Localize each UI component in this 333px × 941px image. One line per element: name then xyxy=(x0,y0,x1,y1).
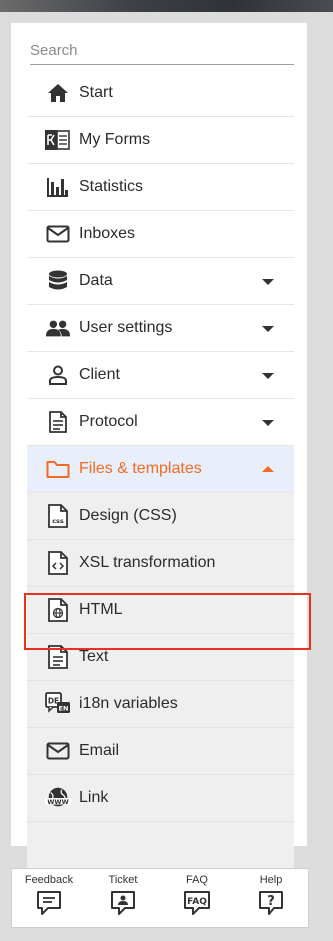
home-icon xyxy=(45,80,71,106)
sidebar-item-data[interactable]: Data xyxy=(27,258,294,305)
sidebar-item-label: Protocol xyxy=(79,413,138,430)
sidebar-subitem-i18n-variables[interactable]: DE EN i18n variables xyxy=(27,681,294,728)
globe-file-icon xyxy=(45,597,71,623)
envelope-icon xyxy=(45,221,71,247)
sidebar-item-files-templates[interactable]: Files & templates xyxy=(27,446,294,493)
sidebar-subitem-xsl-transformation[interactable]: XSL transformation xyxy=(27,540,294,587)
sidebar-item-my-forms[interactable]: My Forms xyxy=(27,117,294,164)
sidebar-item-label: Email xyxy=(79,742,120,759)
svg-text:WWW: WWW xyxy=(47,798,69,806)
search-box xyxy=(30,39,294,65)
help-icon: ? xyxy=(258,887,284,921)
sidebar-item-label: Link xyxy=(79,789,109,806)
sidebar-panel: Start My Forms xyxy=(11,23,307,869)
chevron-down-icon xyxy=(262,420,274,426)
chevron-down-icon xyxy=(262,279,274,285)
sidebar-item-label: Client xyxy=(79,366,120,383)
bar-chart-icon xyxy=(45,174,71,200)
document-icon xyxy=(45,409,71,435)
sidebar-item-label: Data xyxy=(79,272,113,289)
faq-button[interactable]: FAQ FAQ xyxy=(160,869,234,927)
translate-icon: DE EN xyxy=(45,691,71,717)
ticket-label: Ticket xyxy=(108,874,138,886)
person-icon xyxy=(45,362,71,388)
top-bar xyxy=(0,0,333,12)
sidebar-item-label: Files & templates xyxy=(79,460,202,477)
sidebar-subitem-blank xyxy=(27,822,294,869)
sidebar-item-label: i18n variables xyxy=(79,695,178,712)
search-input[interactable] xyxy=(30,39,294,61)
folder-icon xyxy=(45,456,71,482)
sidebar-item-label: HTML xyxy=(79,601,123,618)
svg-text:FAQ: FAQ xyxy=(187,897,207,907)
sidebar-subitem-link[interactable]: WWW Link xyxy=(27,775,294,822)
sidebar-subitem-email[interactable]: Email xyxy=(27,728,294,775)
feedback-icon xyxy=(36,887,62,921)
chevron-down-icon xyxy=(262,326,274,332)
svg-text:?: ? xyxy=(267,894,275,909)
sidebar-item-protocol[interactable]: Protocol xyxy=(27,399,294,446)
code-file-icon xyxy=(45,550,71,576)
sidebar-item-start[interactable]: Start xyxy=(27,70,294,117)
www-globe-icon: WWW xyxy=(45,785,71,811)
sidebar-item-label: Statistics xyxy=(79,178,144,195)
sidebar-item-statistics[interactable]: Statistics xyxy=(27,164,294,211)
sidebar-item-label: XSL transformation xyxy=(79,554,216,571)
forms-icon xyxy=(45,127,71,153)
text-file-icon xyxy=(45,644,71,670)
sidebar-item-label: Inboxes xyxy=(79,225,136,242)
sidebar-subitem-design-css[interactable]: css Design (CSS) xyxy=(27,493,294,540)
faq-icon: FAQ xyxy=(183,887,211,921)
ticket-icon xyxy=(110,887,136,921)
sidebar-item-user-settings[interactable]: User settings xyxy=(27,305,294,352)
sidebar-item-client[interactable]: Client xyxy=(27,352,294,399)
sidebar-item-label: User settings xyxy=(79,319,173,336)
chevron-up-icon xyxy=(262,466,274,472)
sidebar-item-label: Design (CSS) xyxy=(79,507,177,524)
sidebar-subitem-html[interactable]: HTML xyxy=(27,587,294,634)
footer-toolbar: Feedback Ticket FAQ FAQ Help ? xyxy=(11,868,309,928)
feedback-button[interactable]: Feedback xyxy=(12,869,86,927)
faq-label: FAQ xyxy=(185,874,208,886)
help-button[interactable]: Help ? xyxy=(234,869,308,927)
chevron-down-icon xyxy=(262,373,274,379)
sidebar-subitem-text[interactable]: Text xyxy=(27,634,294,681)
feedback-label: Feedback xyxy=(24,874,74,886)
sidebar-item-inboxes[interactable]: Inboxes xyxy=(27,211,294,258)
sidebar-item-label: My Forms xyxy=(79,131,151,148)
sidebar-item-label: Start xyxy=(79,84,113,101)
help-label: Help xyxy=(259,874,283,886)
database-icon xyxy=(45,268,71,294)
sidebar-item-label: Text xyxy=(79,648,109,665)
svg-text:css: css xyxy=(52,517,64,525)
css-file-icon: css xyxy=(45,503,71,529)
users-icon xyxy=(45,315,71,341)
ticket-button[interactable]: Ticket xyxy=(86,869,160,927)
envelope-icon xyxy=(45,738,71,764)
sidebar-menu: Start My Forms Statistics Inboxes Data U… xyxy=(27,70,294,869)
svg-text:EN: EN xyxy=(59,705,69,713)
